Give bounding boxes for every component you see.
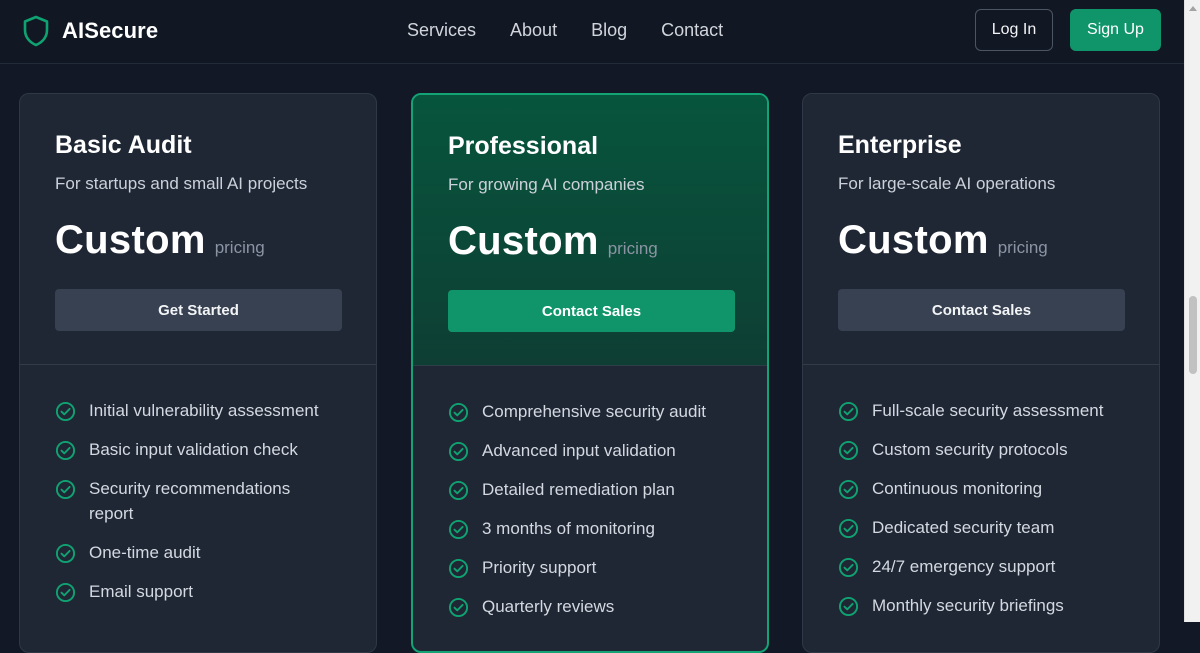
brand-name: AISecure [62, 18, 159, 43]
nav-links: Services About Blog Contact [407, 19, 723, 41]
feature-text: Full-scale security assessment [872, 401, 1104, 420]
nav-link-about[interactable]: About [510, 19, 557, 41]
feature-text: Dedicated security team [872, 518, 1055, 537]
check-circle-icon [838, 440, 859, 461]
feature-text: Continuous monitoring [872, 479, 1043, 498]
contact-sales-button[interactable]: Contact Sales [448, 290, 735, 332]
check-circle-icon [448, 441, 469, 462]
list-item: Custom security protocols [838, 440, 1139, 462]
list-item: 24/7 emergency support [838, 557, 1139, 579]
page-scrollbar[interactable] [1184, 0, 1200, 622]
feature-text: 3 months of monitoring [482, 519, 655, 538]
list-item: Comprehensive security audit [448, 402, 747, 424]
plan-price: Custom pricing [448, 219, 658, 264]
feature-text: Advanced input validation [482, 441, 676, 460]
price-value: Custom [448, 219, 599, 263]
list-item: Dedicated security team [838, 518, 1139, 540]
check-circle-icon [55, 582, 76, 603]
check-circle-icon [448, 597, 469, 618]
pricing-card-professional: Professional For growing AI companies Cu… [411, 93, 769, 653]
list-item: 3 months of monitoring [448, 519, 747, 541]
price-value: Custom [838, 218, 989, 262]
login-button[interactable]: Log In [975, 9, 1053, 51]
shield-icon [23, 15, 49, 47]
feature-text: Initial vulnerability assessment [89, 401, 319, 420]
feature-list: Initial vulnerability assessment Basic i… [55, 401, 356, 621]
check-circle-icon [55, 543, 76, 564]
feature-text: Custom security protocols [872, 440, 1068, 459]
feature-text: Priority support [482, 558, 597, 577]
list-item: Quarterly reviews [448, 597, 747, 619]
check-circle-icon [448, 402, 469, 423]
feature-text: Email support [89, 582, 193, 601]
scroll-thumb[interactable] [1189, 296, 1197, 374]
list-item: Priority support [448, 558, 747, 580]
check-circle-icon [55, 479, 76, 500]
check-circle-icon [55, 440, 76, 461]
nav-link-contact[interactable]: Contact [661, 19, 723, 41]
check-circle-icon [838, 596, 859, 617]
feature-text: Basic input validation check [89, 440, 298, 459]
contact-sales-button[interactable]: Contact Sales [838, 289, 1125, 331]
top-navbar: AISecure Services About Blog Contact Log… [0, 0, 1184, 64]
plan-name: Basic Audit [55, 131, 192, 159]
check-circle-icon [448, 558, 469, 579]
plan-subtitle: For large-scale AI operations [838, 174, 1056, 193]
check-circle-icon [838, 401, 859, 422]
list-item: Basic input validation check [55, 440, 356, 462]
feature-text: 24/7 emergency support [872, 557, 1056, 576]
price-unit: pricing [997, 238, 1048, 257]
check-circle-icon [55, 401, 76, 422]
pricing-card-enterprise: Enterprise For large-scale AI operations… [802, 93, 1160, 653]
list-item: Advanced input validation [448, 441, 747, 463]
check-circle-icon [448, 519, 469, 540]
feature-text: Detailed remediation plan [482, 480, 675, 499]
list-item: Monthly security briefings [838, 596, 1139, 618]
card-header: Enterprise For large-scale AI operations… [803, 94, 1159, 365]
list-item: Continuous monitoring [838, 479, 1139, 501]
feature-list: Comprehensive security audit Advanced in… [448, 402, 747, 636]
list-item: Full-scale security assessment [838, 401, 1139, 423]
list-item: One-time audit [55, 543, 356, 565]
pricing-card-basic: Basic Audit For startups and small AI pr… [19, 93, 377, 653]
check-circle-icon [448, 480, 469, 501]
plan-subtitle: For growing AI companies [448, 175, 645, 194]
list-item: Initial vulnerability assessment [55, 401, 356, 423]
list-item: Detailed remediation plan [448, 480, 747, 502]
plan-name: Enterprise [838, 131, 962, 159]
feature-text: Monthly security briefings [872, 596, 1064, 615]
price-unit: pricing [607, 239, 658, 258]
feature-text: Comprehensive security audit [482, 402, 706, 421]
signup-button[interactable]: Sign Up [1070, 9, 1161, 51]
price-unit: pricing [214, 238, 265, 257]
list-item: Email support [55, 582, 356, 604]
feature-text: Quarterly reviews [482, 597, 615, 616]
feature-text: Security recommendations report [89, 479, 291, 523]
check-circle-icon [838, 479, 859, 500]
scroll-up-arrow-icon[interactable] [1189, 6, 1197, 11]
price-value: Custom [55, 218, 206, 262]
plan-subtitle: For startups and small AI projects [55, 174, 308, 193]
plan-price: Custom pricing [55, 218, 265, 263]
plan-price: Custom pricing [838, 218, 1048, 263]
brand[interactable]: AISecure [22, 14, 158, 48]
list-item: Security recommendations report [55, 479, 356, 526]
nav-link-services[interactable]: Services [407, 19, 476, 41]
nav-link-blog[interactable]: Blog [591, 19, 627, 41]
check-circle-icon [838, 518, 859, 539]
plan-name: Professional [448, 132, 599, 160]
card-header: Basic Audit For startups and small AI pr… [20, 94, 376, 365]
get-started-button[interactable]: Get Started [55, 289, 342, 331]
feature-list: Full-scale security assessment Custom se… [838, 401, 1139, 635]
card-header: Professional For growing AI companies Cu… [413, 95, 767, 366]
check-circle-icon [838, 557, 859, 578]
feature-text: One-time audit [89, 543, 201, 562]
